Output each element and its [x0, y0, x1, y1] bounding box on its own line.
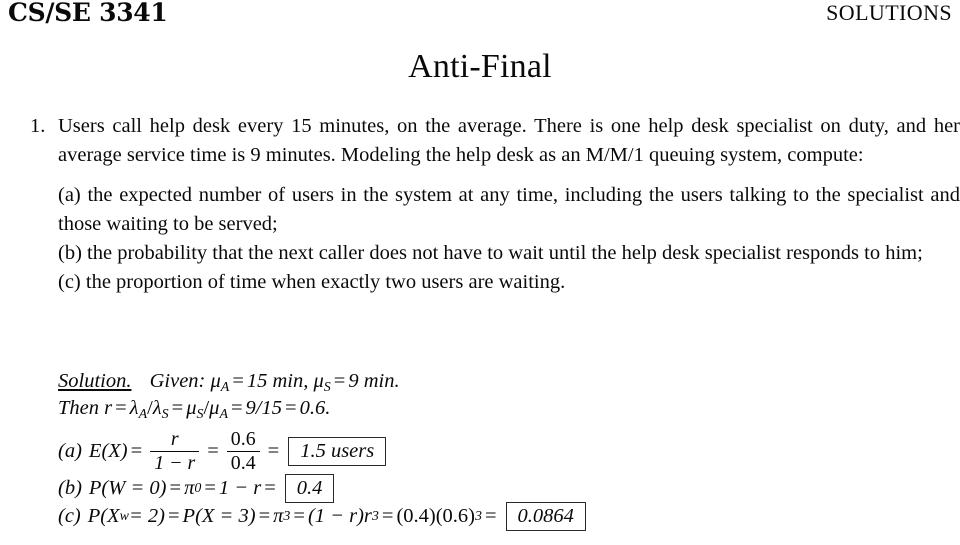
mu-a-symbol: μ — [210, 370, 221, 392]
equals-c5: = — [484, 505, 497, 527]
part-b-text: the probability that the next caller doe… — [87, 242, 923, 264]
prob-xw-lhs: P(X — [87, 505, 120, 527]
running-head: CS/SE 3341 SOLUTIONS — [8, 0, 952, 30]
mu-a-value: 15 — [246, 370, 268, 392]
comma-1: , — [303, 370, 309, 392]
problem-statement: Users call help desk every 15 minutes, o… — [58, 115, 960, 166]
mu-s-value: 9 — [348, 370, 359, 392]
mu-a-2: μ — [209, 397, 220, 419]
solution-then-line: Then r = λA/λS = μS/μA = 9/15 = 0.6. — [58, 397, 331, 422]
answer-line-a: (a) E (X) = r 1 − r = 0.6 0.4 = 1.5 users — [58, 428, 948, 475]
answer-lines: (a) E (X) = r 1 − r = 0.6 0.4 = 1.5 users … — [58, 428, 948, 532]
fraction-06-over-04: 0.6 0.4 — [226, 428, 260, 474]
r-ratio: 9/15 — [245, 397, 282, 419]
problem-content: 1. Users call help desk every 15 minutes… — [30, 112, 960, 297]
part-a-text: the expected number of users in the syst… — [58, 184, 960, 235]
r-symbol: r — [104, 397, 113, 419]
part-c-text: the proportion of time when exactly two … — [85, 271, 566, 293]
boxed-answer-a: 1.5 users — [288, 436, 387, 467]
equals-a1: = — [130, 440, 143, 462]
mu-s-symbol: μ — [313, 370, 324, 392]
mu-s-2: μ — [186, 397, 197, 419]
equals-b2: = — [204, 477, 216, 499]
boxed-answer-c: 0.0864 — [505, 501, 586, 532]
problem-part-c: (c) the proportion of time when exactly … — [58, 268, 960, 297]
part-a-tag: (a) — [58, 184, 81, 206]
problem-part-b: (b) the probability that the next caller… — [58, 239, 960, 268]
mu-a-subscript-2: A — [219, 406, 228, 422]
equals-4: = — [171, 397, 184, 419]
fraction-a2-numerator: 0.6 — [230, 428, 256, 451]
geometric-pmf-expression: (1 − r)r — [307, 505, 372, 527]
equals-a3: = — [267, 440, 280, 462]
problem-parts: (a) the expected number of users in the … — [58, 181, 960, 297]
fraction-a1-denominator: 1 − r — [150, 451, 200, 474]
answer-b-tag: (b) — [58, 477, 82, 499]
problem-number: 1. — [30, 115, 46, 137]
answer-a-tag: (a) — [58, 440, 82, 462]
probability-wait-zero: P(W = 0) — [88, 477, 167, 499]
boxed-answer-b: 0.4 — [284, 473, 335, 504]
part-c-tag: (c) — [58, 271, 81, 293]
one-minus-r: 1 − r — [218, 477, 262, 499]
equals-2: = — [333, 370, 346, 392]
r-value: 0.6. — [299, 397, 331, 419]
unit-min-2: min. — [363, 370, 400, 392]
page-title: Anti-Final — [408, 48, 552, 85]
fraction-a2-denominator: 0.4 — [226, 451, 260, 474]
lambda-a: λ — [129, 397, 139, 419]
equals-1: = — [232, 370, 244, 392]
equals-c1: = — [167, 505, 180, 527]
answer-c-tag: (c) — [58, 505, 81, 527]
pi-zero-symbol: π — [184, 477, 195, 499]
document-kind-label: SOLUTIONS — [826, 0, 952, 25]
equals-6: = — [285, 397, 297, 419]
equals-a2: = — [207, 440, 219, 462]
fraction-a1-numerator: r — [170, 428, 179, 451]
equals-c4: = — [381, 505, 394, 527]
problem-body: Users call help desk every 15 minutes, o… — [58, 112, 960, 297]
lambda-s: λ — [152, 397, 162, 419]
equals-3: = — [115, 397, 127, 419]
lambda-s-subscript: S — [161, 406, 169, 422]
equals-c2: = — [258, 505, 271, 527]
numeric-substitution: (0.4)(0.6) — [396, 505, 475, 527]
expected-value-operator: E — [88, 440, 102, 462]
mu-s-subscript: S — [323, 379, 331, 395]
solution-block: Solution. Given: μA = 15 min, μS = 9 min. Th… — [58, 368, 948, 422]
lambda-a-subscript: A — [138, 406, 148, 422]
pi-three-symbol: π — [273, 505, 284, 527]
fraction-r-over-1-minus-r: r 1 − r — [150, 428, 200, 474]
equals-b3: = — [264, 477, 276, 499]
solution-given-line: Solution. Given: μA = 15 min, μS = 9 min. — [58, 368, 948, 395]
expected-value-argument: (X) — [101, 440, 128, 462]
answer-line-b: (b) P(W = 0) = π 0 = 1 − r = 0.4 — [58, 473, 948, 504]
given-word: Given: — [149, 370, 206, 392]
prob-x-equals-3: P(X = 3) — [182, 505, 256, 527]
equals-c3: = — [293, 505, 305, 527]
equals-b1: = — [169, 477, 182, 499]
unit-min-1: min — [272, 370, 304, 392]
equals-5: = — [230, 397, 243, 419]
problem-part-a: (a) the expected number of users in the … — [58, 181, 960, 239]
part-b-tag: (b) — [58, 242, 82, 264]
problem-1: 1. Users call help desk every 15 minutes… — [30, 112, 960, 297]
prob-xw-rest: = 2) — [128, 505, 165, 527]
answer-line-c: (c) P(X w = 2) = P(X = 3) = π 3 = (1 − r)r 3 = (0.4)… — [58, 501, 948, 532]
then-word: Then — [58, 397, 99, 419]
solution-label: Solution. — [58, 370, 132, 392]
course-code: CS/SE 3341 — [8, 0, 168, 27]
